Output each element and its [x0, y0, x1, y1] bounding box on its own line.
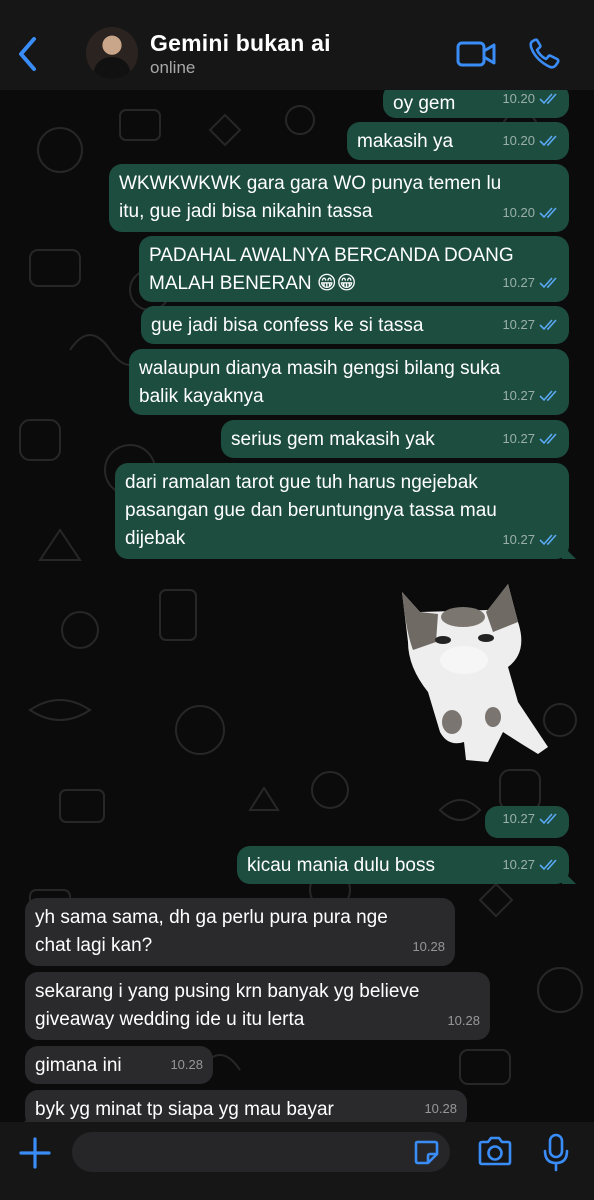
outgoing-message[interactable]: dari ramalan tarot gue tuh harus ngejeba… — [115, 463, 569, 559]
contact-name[interactable]: Gemini bukan ai — [150, 30, 331, 57]
double-check-icon — [539, 319, 557, 331]
double-check-icon — [539, 93, 557, 105]
message-meta: 10.27 — [502, 805, 559, 833]
message-time: 10.27 — [502, 317, 535, 332]
contact-status: online — [150, 58, 196, 77]
message-time: 10.20 — [502, 91, 535, 106]
message-text: yh sama sama, dh ga perlu pura pura nge … — [35, 907, 388, 956]
message-meta: 10.27 — [502, 269, 559, 297]
incoming-message[interactable]: yh sama sama, dh ga perlu pura pura nge … — [25, 898, 455, 966]
message-text: byk yg minat tp siapa yg mau bayar — [35, 1099, 334, 1120]
outgoing-message[interactable]: makasih ya 10.20 — [347, 122, 569, 160]
message-time: 10.27 — [502, 857, 535, 872]
message-meta: 10.27 — [502, 311, 559, 339]
sticker-icon[interactable] — [412, 1138, 440, 1166]
message-time: 10.27 — [502, 388, 535, 403]
microphone-icon[interactable] — [542, 1132, 570, 1172]
outgoing-message[interactable]: kicau mania dulu boss 10.27 — [237, 846, 569, 884]
message-meta: 10.27 — [502, 851, 559, 879]
double-check-icon — [539, 813, 557, 825]
message-text: WKWKWKWK gara gara WO punya temen lu itu… — [119, 173, 502, 222]
outgoing-message[interactable]: WKWKWKWK gara gara WO punya temen lu itu… — [109, 164, 569, 232]
incoming-message[interactable]: sekarang i yang pusing krn banyak yg bel… — [25, 972, 490, 1040]
message-input[interactable] — [72, 1132, 450, 1172]
message-text: sekarang i yang pusing krn banyak yg bel… — [35, 981, 420, 1030]
message-time: 10.27 — [502, 532, 535, 547]
message-time: 10.27 — [502, 811, 535, 826]
avatar[interactable] — [86, 27, 138, 79]
message-time: 10.28 — [170, 1057, 203, 1072]
message-meta: 10.27 — [502, 425, 559, 453]
outgoing-message[interactable]: oy gem 10.20 — [383, 90, 569, 118]
message-meta: 10.20 — [502, 90, 559, 113]
message-text: walaupun dianya masih gengsi bilang suka… — [139, 358, 501, 407]
video-call-icon[interactable] — [454, 34, 498, 74]
outgoing-message[interactable]: serius gem makasih yak 10.27 — [221, 420, 569, 458]
back-chevron-icon[interactable] — [14, 34, 44, 74]
message-time: 10.20 — [502, 205, 535, 220]
message-meta: 10.27 — [502, 526, 559, 554]
message-text: gue jadi bisa confess ke si tassa — [151, 315, 424, 336]
message-meta: 10.20 — [502, 199, 559, 227]
message-time: 10.20 — [502, 133, 535, 148]
chat-area[interactable]: oy gem 10.20 makasih ya 10.20 WKWKWKWK g… — [0, 90, 594, 1122]
message-meta: 10.27 — [502, 382, 559, 410]
message-time: 10.27 — [502, 431, 535, 446]
double-check-icon — [539, 534, 557, 546]
incoming-message[interactable]: byk yg minat tp siapa yg mau bayar 10.28 — [25, 1090, 467, 1122]
double-check-icon — [539, 433, 557, 445]
cat-sticker[interactable] — [368, 572, 568, 772]
chat-header: Gemini bukan ai online — [0, 0, 594, 90]
outgoing-message[interactable]: gue jadi bisa confess ke si tassa 10.27 — [141, 306, 569, 344]
message-time: 10.28 — [447, 1013, 480, 1028]
outgoing-message[interactable]: walaupun dianya masih gengsi bilang suka… — [129, 349, 569, 415]
message-text: dari ramalan tarot gue tuh harus ngejeba… — [125, 472, 497, 549]
double-check-icon — [539, 859, 557, 871]
double-check-icon — [539, 390, 557, 402]
composer-bar — [0, 1122, 594, 1200]
incoming-message[interactable]: gimana ini 10.28 — [25, 1046, 213, 1084]
message-meta: 10.20 — [502, 127, 559, 155]
phone-call-icon[interactable] — [524, 34, 568, 74]
plus-icon[interactable] — [16, 1134, 54, 1172]
camera-icon[interactable] — [476, 1134, 514, 1168]
message-time: 10.27 — [502, 275, 535, 290]
message-time: 10.28 — [412, 939, 445, 954]
double-check-icon — [539, 207, 557, 219]
double-check-icon — [539, 277, 557, 289]
outgoing-message[interactable]: PADAHAL AWALNYA BERCANDA DOANG MALAH BEN… — [139, 236, 569, 302]
message-text: PADAHAL AWALNYA BERCANDA DOANG MALAH BEN… — [149, 245, 514, 294]
outgoing-message[interactable]: 10.27 — [485, 806, 569, 838]
message-time: 10.28 — [424, 1101, 457, 1116]
double-check-icon — [539, 135, 557, 147]
